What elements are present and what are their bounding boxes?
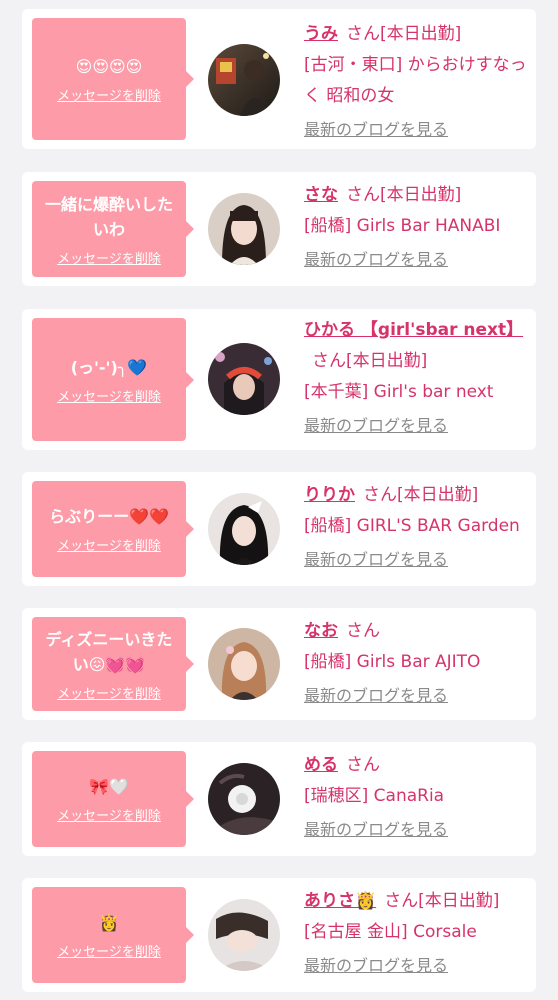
status-badge: [本日出勤] xyxy=(397,485,479,505)
shop-name: [船橋] GIRL'S BAR Garden xyxy=(304,516,520,536)
cast-info: ありさ👸 さん[本日出勤] [名古屋 金山] Corsale 最新のブログを見る xyxy=(304,886,532,976)
message-text: (っ'-')╮💙 xyxy=(70,357,148,377)
message-card: 👸 メッセージを削除 ありさ👸 さん[本日出勤] [名古屋 金山] Corsale… xyxy=(22,878,536,992)
message-bubble: 一緒に爆酔いしたいわ メッセージを削除 xyxy=(32,181,194,277)
latest-blog-link[interactable]: 最新のブログを見る xyxy=(304,546,448,570)
honorific: さん xyxy=(346,185,380,205)
latest-blog-link[interactable]: 最新のブログを見る xyxy=(304,952,448,976)
cast-info: さな さん[本日出勤] [船橋] Girls Bar HANABI 最新のブログを… xyxy=(304,180,532,270)
cast-name-link[interactable]: める xyxy=(304,755,338,775)
shop-name: [船橋] Girls Bar HANABI xyxy=(304,216,501,236)
cast-name-link[interactable]: さな xyxy=(304,185,338,205)
message-bubble: 😍😍😍😍 メッセージを削除 xyxy=(32,18,194,140)
message-list: 😍😍😍😍 メッセージを削除 うみ さん[本日出勤] [古河・東口] からおけすなっ… xyxy=(0,0,558,1000)
shop-name: [名古屋 金山] Corsale xyxy=(304,922,477,942)
message-bubble: らぶりーー❤️❤️ メッセージを削除 xyxy=(32,481,194,577)
message-text: らぶりーー❤️❤️ xyxy=(49,507,169,526)
status-badge: [本日出勤] xyxy=(346,351,428,371)
cast-info: ひかる 【girl'sbar next】さん[本日出勤] [本千葉] Girl'… xyxy=(304,315,532,436)
shop-name: [古河・東口] からおけすなっく 昭和の女 xyxy=(304,55,527,106)
shop-name: [船橋] Girls Bar AJITO xyxy=(304,652,481,672)
message-card: ディズニーいきたい😖💓💓 メッセージを削除 なお さん [船橋] Girls Ba… xyxy=(22,608,536,720)
delete-message-link[interactable]: メッセージを削除 xyxy=(57,941,161,960)
message-text: 🎀🤍 xyxy=(89,777,129,796)
message-card: (っ'-')╮💙 メッセージを削除 ひかる 【girl'sbar next】さん… xyxy=(22,309,536,450)
status-badge: [本日出勤] xyxy=(418,891,500,911)
message-bubble: 👸 メッセージを削除 xyxy=(32,887,194,983)
avatar[interactable] xyxy=(208,193,280,265)
delete-message-link[interactable]: メッセージを削除 xyxy=(57,386,161,405)
honorific: さん xyxy=(363,485,397,505)
shop-name: [瑞穂区] CanaRia xyxy=(304,786,445,806)
avatar[interactable] xyxy=(208,763,280,835)
latest-blog-link[interactable]: 最新のブログを見る xyxy=(304,246,448,270)
message-card: らぶりーー❤️❤️ メッセージを削除 りりか さん[本日出勤] [船橋] GIRL… xyxy=(22,472,536,586)
avatar[interactable] xyxy=(208,343,280,415)
latest-blog-link[interactable]: 最新のブログを見る xyxy=(304,116,448,140)
cast-name-link[interactable]: ひかる 【girl'sbar next】 xyxy=(304,320,523,340)
message-text: 👸 xyxy=(99,913,119,932)
message-text: ディズニーいきたい😖💓💓 xyxy=(45,629,173,674)
cast-name-link[interactable]: ありさ👸 xyxy=(304,891,376,911)
message-text: 😍😍😍😍 xyxy=(75,57,143,76)
message-card: 一緒に爆酔いしたいわ メッセージを削除 さな さん[本日出勤] [船橋] Girl… xyxy=(22,172,536,286)
delete-message-link[interactable]: メッセージを削除 xyxy=(57,535,161,554)
honorific: さん xyxy=(312,351,346,371)
message-bubble: (っ'-')╮💙 メッセージを削除 xyxy=(32,318,194,441)
message-bubble: ディズニーいきたい😖💓💓 メッセージを削除 xyxy=(32,617,194,711)
cast-info: なお さん [船橋] Girls Bar AJITO 最新のブログを見る xyxy=(304,616,532,706)
avatar[interactable] xyxy=(208,899,280,971)
cast-info: める さん [瑞穂区] CanaRia 最新のブログを見る xyxy=(304,750,532,840)
delete-message-link[interactable]: メッセージを削除 xyxy=(57,85,161,104)
cast-info: うみ さん[本日出勤] [古河・東口] からおけすなっく 昭和の女 最新のブログを… xyxy=(304,19,532,140)
message-card: 😍😍😍😍 メッセージを削除 うみ さん[本日出勤] [古河・東口] からおけすなっ… xyxy=(22,9,536,149)
message-text: 一緒に爆酔いしたいわ xyxy=(44,194,173,239)
honorific: さん xyxy=(384,891,419,911)
delete-message-link[interactable]: メッセージを削除 xyxy=(57,248,161,267)
latest-blog-link[interactable]: 最新のブログを見る xyxy=(304,682,448,706)
delete-message-link[interactable]: メッセージを削除 xyxy=(57,683,161,702)
avatar[interactable] xyxy=(208,493,280,565)
message-card: 🎀🤍 メッセージを削除 める さん [瑞穂区] CanaRia 最新のブログを見る xyxy=(22,742,536,856)
cast-name-link[interactable]: うみ xyxy=(304,24,338,44)
cast-info: りりか さん[本日出勤] [船橋] GIRL'S BAR Garden 最新のブロ… xyxy=(304,480,532,570)
avatar[interactable] xyxy=(208,628,280,700)
latest-blog-link[interactable]: 最新のブログを見る xyxy=(304,816,448,840)
honorific: さん xyxy=(346,621,380,641)
status-badge: [本日出勤] xyxy=(380,24,462,44)
delete-message-link[interactable]: メッセージを削除 xyxy=(57,805,161,824)
cast-name-link[interactable]: りりか xyxy=(304,485,355,505)
honorific: さん xyxy=(346,24,380,44)
status-badge: [本日出勤] xyxy=(380,185,462,205)
latest-blog-link[interactable]: 最新のブログを見る xyxy=(304,412,448,436)
cast-name-link[interactable]: なお xyxy=(304,621,338,641)
avatar[interactable] xyxy=(208,44,280,116)
shop-name: [本千葉] Girl's bar next xyxy=(304,382,494,402)
message-bubble: 🎀🤍 メッセージを削除 xyxy=(32,751,194,847)
honorific: さん xyxy=(346,755,380,775)
